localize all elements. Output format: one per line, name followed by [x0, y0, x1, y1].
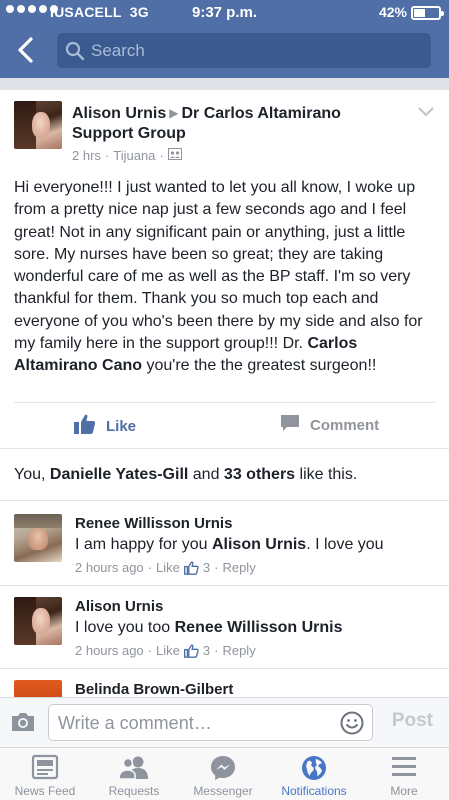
search-icon [65, 41, 85, 66]
thumbs-up-icon [183, 643, 199, 658]
comment-composer: Write a comment… Post [0, 697, 449, 747]
meta-separator: · [104, 148, 110, 163]
reply-link[interactable]: Reply [222, 560, 255, 575]
comment-time[interactable]: 2 hours ago [75, 643, 144, 658]
divider [0, 668, 449, 669]
mention-link[interactable]: Renee Willisson Urnis [175, 619, 343, 636]
divider [0, 500, 449, 501]
tab-news-feed[interactable]: News Feed [0, 748, 90, 800]
feed-separator [0, 78, 449, 90]
author-name[interactable]: Alison Urnis [72, 105, 166, 122]
emoji-icon[interactable] [340, 711, 364, 740]
post-location[interactable]: Tijuana [113, 148, 155, 163]
comment-input[interactable]: Write a comment… [48, 704, 373, 741]
comment-placeholder: Write a comment… [58, 713, 212, 733]
tab-requests[interactable]: Requests [89, 748, 179, 800]
author-avatar[interactable] [14, 101, 62, 149]
commenter-avatar[interactable] [14, 514, 62, 562]
commenter-name[interactable]: Alison Urnis [75, 598, 163, 615]
camera-icon[interactable] [10, 711, 36, 738]
comment-time[interactable]: 2 hours ago [75, 560, 144, 575]
comment-like-link[interactable]: Like [156, 643, 180, 658]
commenter-name[interactable]: Belinda Brown-Gilbert [75, 681, 233, 698]
comment-like-count: 3 [202, 643, 211, 658]
audience-icon [167, 148, 182, 163]
comment-meta: 2 hours ago · Like 3 · Reply [75, 560, 256, 575]
messenger-icon [178, 754, 268, 782]
divider [14, 402, 435, 403]
menu-icon [359, 754, 449, 782]
status-bar: IUSACELL 3G 9:37 p.m. 42% [0, 0, 449, 24]
battery-percent: 42% [378, 4, 407, 20]
divider [0, 585, 449, 586]
comment-like-link[interactable]: Like [156, 560, 180, 575]
mention-link[interactable]: Alison Urnis [212, 536, 306, 553]
search-placeholder: Search [91, 41, 145, 60]
tab-messenger[interactable]: Messenger [178, 748, 268, 800]
divider [0, 448, 449, 449]
arrow-right-icon: ▶ [169, 106, 179, 120]
tab-more[interactable]: More [359, 748, 449, 800]
back-button[interactable] [14, 36, 40, 64]
post-time[interactable]: 2 hrs [72, 148, 101, 163]
post-header: Alison Urnis ▶ Dr Carlos Altamirano Suppor… [72, 103, 402, 144]
like-button[interactable]: Like [74, 414, 136, 438]
likes-summary[interactable]: You, Danielle Yates-Gill and 33 others l… [14, 466, 357, 484]
top-bar: IUSACELL 3G 9:37 p.m. 42% Search [0, 0, 449, 78]
post-button[interactable]: Post [392, 710, 433, 732]
comment-text: I love you too Renee Willisson Urnis [75, 619, 343, 636]
commenter-name[interactable]: Renee Willisson Urnis [75, 515, 232, 532]
comment-meta: 2 hours ago · Like 3 · Reply [75, 643, 256, 658]
thumbs-up-icon [183, 560, 199, 575]
post-body: Hi everyone!!! I just wanted to let you … [14, 179, 423, 375]
globe-icon [269, 754, 359, 782]
friend-requests-icon [89, 754, 179, 782]
reply-link[interactable]: Reply [222, 643, 255, 658]
like-label: Like [106, 417, 137, 435]
comment-like-count: 3 [202, 560, 211, 575]
comment-button[interactable]: Comment [280, 414, 379, 436]
comment-text: I am happy for you Alison Urnis. I love … [75, 536, 384, 553]
news-feed-icon [0, 754, 90, 782]
thumbs-up-icon [74, 414, 96, 438]
commenter-avatar[interactable] [14, 597, 62, 645]
battery-icon [411, 6, 444, 20]
post-meta: 2 hrs · Tijuana · [72, 148, 182, 163]
chevron-down-icon[interactable] [417, 105, 435, 123]
comment-bubble-icon [280, 414, 300, 436]
search-bar[interactable]: Search [57, 33, 431, 68]
meta-separator: · [159, 148, 164, 163]
tab-bar: News Feed Requests Messenger Notificatio… [0, 747, 449, 800]
tab-notifications[interactable]: Notifications [269, 748, 359, 800]
comment-label: Comment [310, 416, 380, 434]
